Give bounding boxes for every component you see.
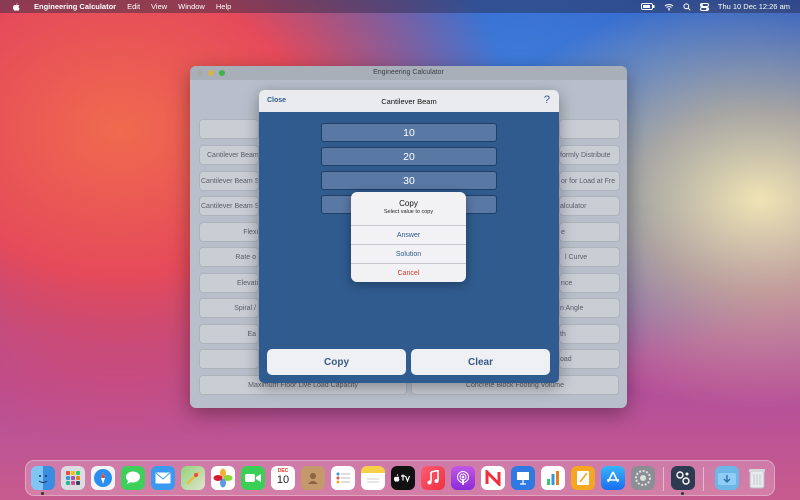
calculator-button-right-4[interactable]: alculator <box>559 196 620 216</box>
contacts-icon[interactable] <box>301 466 325 490</box>
safari-icon[interactable] <box>91 466 115 490</box>
calendar-day: 10 <box>276 474 290 486</box>
dock-separator <box>663 467 664 491</box>
calculator-button-right-10[interactable]: oad <box>559 349 620 369</box>
calculator-button-left-2[interactable]: Cantilever Beam <box>199 145 259 165</box>
calculator-button-left-3[interactable]: Cantilever Beam Sl <box>199 171 259 191</box>
calculator-button-right-8[interactable]: n Angle <box>559 298 620 318</box>
sheet-title: Cantilever Beam <box>381 96 437 106</box>
dock: DEC 10 <box>25 460 775 496</box>
value-field-1[interactable]: 10 <box>321 123 497 142</box>
menu-help[interactable]: Help <box>216 2 231 11</box>
alert-option-answer[interactable]: Answer <box>351 225 466 245</box>
calculator-button-right-1[interactable] <box>559 119 620 139</box>
facetime-icon[interactable] <box>241 466 265 490</box>
control-center-icon[interactable] <box>699 2 709 11</box>
calculator-button-left-5[interactable]: Flexi <box>199 222 259 242</box>
dock-separator <box>703 467 704 491</box>
wifi-icon[interactable] <box>664 3 674 11</box>
close-window-button[interactable] <box>197 70 203 76</box>
zoom-window-button[interactable] <box>219 70 225 76</box>
numbers-icon[interactable] <box>541 466 565 490</box>
mail-icon[interactable] <box>151 466 175 490</box>
sheet-header: Close Cantilever Beam ? <box>259 90 559 112</box>
copy-alert: Copy Select value to copy Answer Solutio… <box>351 192 466 282</box>
messages-icon[interactable] <box>121 466 145 490</box>
calendar-icon[interactable]: DEC 10 <box>271 466 295 490</box>
apple-menu-icon[interactable] <box>11 2 21 12</box>
pages-icon[interactable] <box>571 466 595 490</box>
menu-bar: Engineering Calculator Edit View Window … <box>0 0 800 13</box>
music-icon[interactable] <box>421 466 445 490</box>
running-indicator <box>681 492 684 495</box>
menu-clock[interactable]: Thu 10 Dec 12:26 am <box>718 2 790 11</box>
photos-icon[interactable] <box>211 466 235 490</box>
calculator-button-left-4[interactable]: Cantilever Beam Sl <box>199 196 259 216</box>
window-titlebar: Engineering Calculator <box>190 66 627 80</box>
notes-icon[interactable] <box>361 466 385 490</box>
alert-option-cancel[interactable]: Cancel <box>351 263 466 282</box>
calculator-button-right-3[interactable]: or for Load at Fre <box>559 171 620 191</box>
minimize-window-button[interactable] <box>208 70 214 76</box>
launchpad-icon[interactable] <box>61 466 85 490</box>
system-preferences-icon[interactable] <box>631 466 655 490</box>
sheet-close-button[interactable]: Close <box>267 97 286 104</box>
help-button[interactable]: ? <box>544 94 550 106</box>
app-store-icon[interactable] <box>601 466 625 490</box>
engineering-calculator-icon[interactable] <box>671 466 695 490</box>
alert-option-solution[interactable]: Solution <box>351 244 466 264</box>
finder-icon[interactable] <box>31 466 55 490</box>
downloads-folder-icon[interactable] <box>715 466 739 490</box>
spotlight-search-icon[interactable] <box>683 2 691 11</box>
alert-message: Select value to copy <box>383 209 434 215</box>
podcasts-icon[interactable] <box>451 466 475 490</box>
calculator-button-left-6[interactable]: Rate o <box>199 247 259 267</box>
calculator-button-left-8[interactable]: Spiral / <box>199 298 259 318</box>
calculator-button-right-9[interactable]: th <box>559 324 620 344</box>
clear-button[interactable]: Clear <box>411 349 550 375</box>
calculator-button-left-1[interactable] <box>199 119 259 139</box>
menu-view[interactable]: View <box>151 2 167 11</box>
value-field-3[interactable]: 30 <box>321 171 497 190</box>
news-icon[interactable] <box>481 466 505 490</box>
app-menu[interactable]: Engineering Calculator <box>34 2 116 11</box>
calculator-button-left-7[interactable]: Elevati <box>199 273 259 293</box>
keynote-icon[interactable] <box>511 466 535 490</box>
window-title: Engineering Calculator <box>373 69 444 76</box>
alert-title: Copy <box>399 199 418 208</box>
calculator-button-right-6[interactable]: l Curve <box>559 247 620 267</box>
battery-icon[interactable] <box>640 3 655 10</box>
calculator-button-left-10[interactable] <box>199 349 259 369</box>
calculator-button-right-7[interactable]: nce <box>559 273 620 293</box>
menu-window[interactable]: Window <box>178 2 205 11</box>
calculator-button-left-9[interactable]: Ea <box>199 324 259 344</box>
calculator-button-right-2[interactable]: formly Distribute <box>559 145 620 165</box>
copy-button[interactable]: Copy <box>267 349 406 375</box>
running-indicator <box>41 492 44 495</box>
menu-edit[interactable]: Edit <box>127 2 140 11</box>
calculator-button-right-5[interactable]: e <box>559 222 620 242</box>
value-field-2[interactable]: 20 <box>321 147 497 166</box>
trash-icon[interactable] <box>745 466 769 490</box>
maps-icon[interactable] <box>181 466 205 490</box>
tv-icon[interactable] <box>391 466 415 490</box>
reminders-icon[interactable] <box>331 466 355 490</box>
